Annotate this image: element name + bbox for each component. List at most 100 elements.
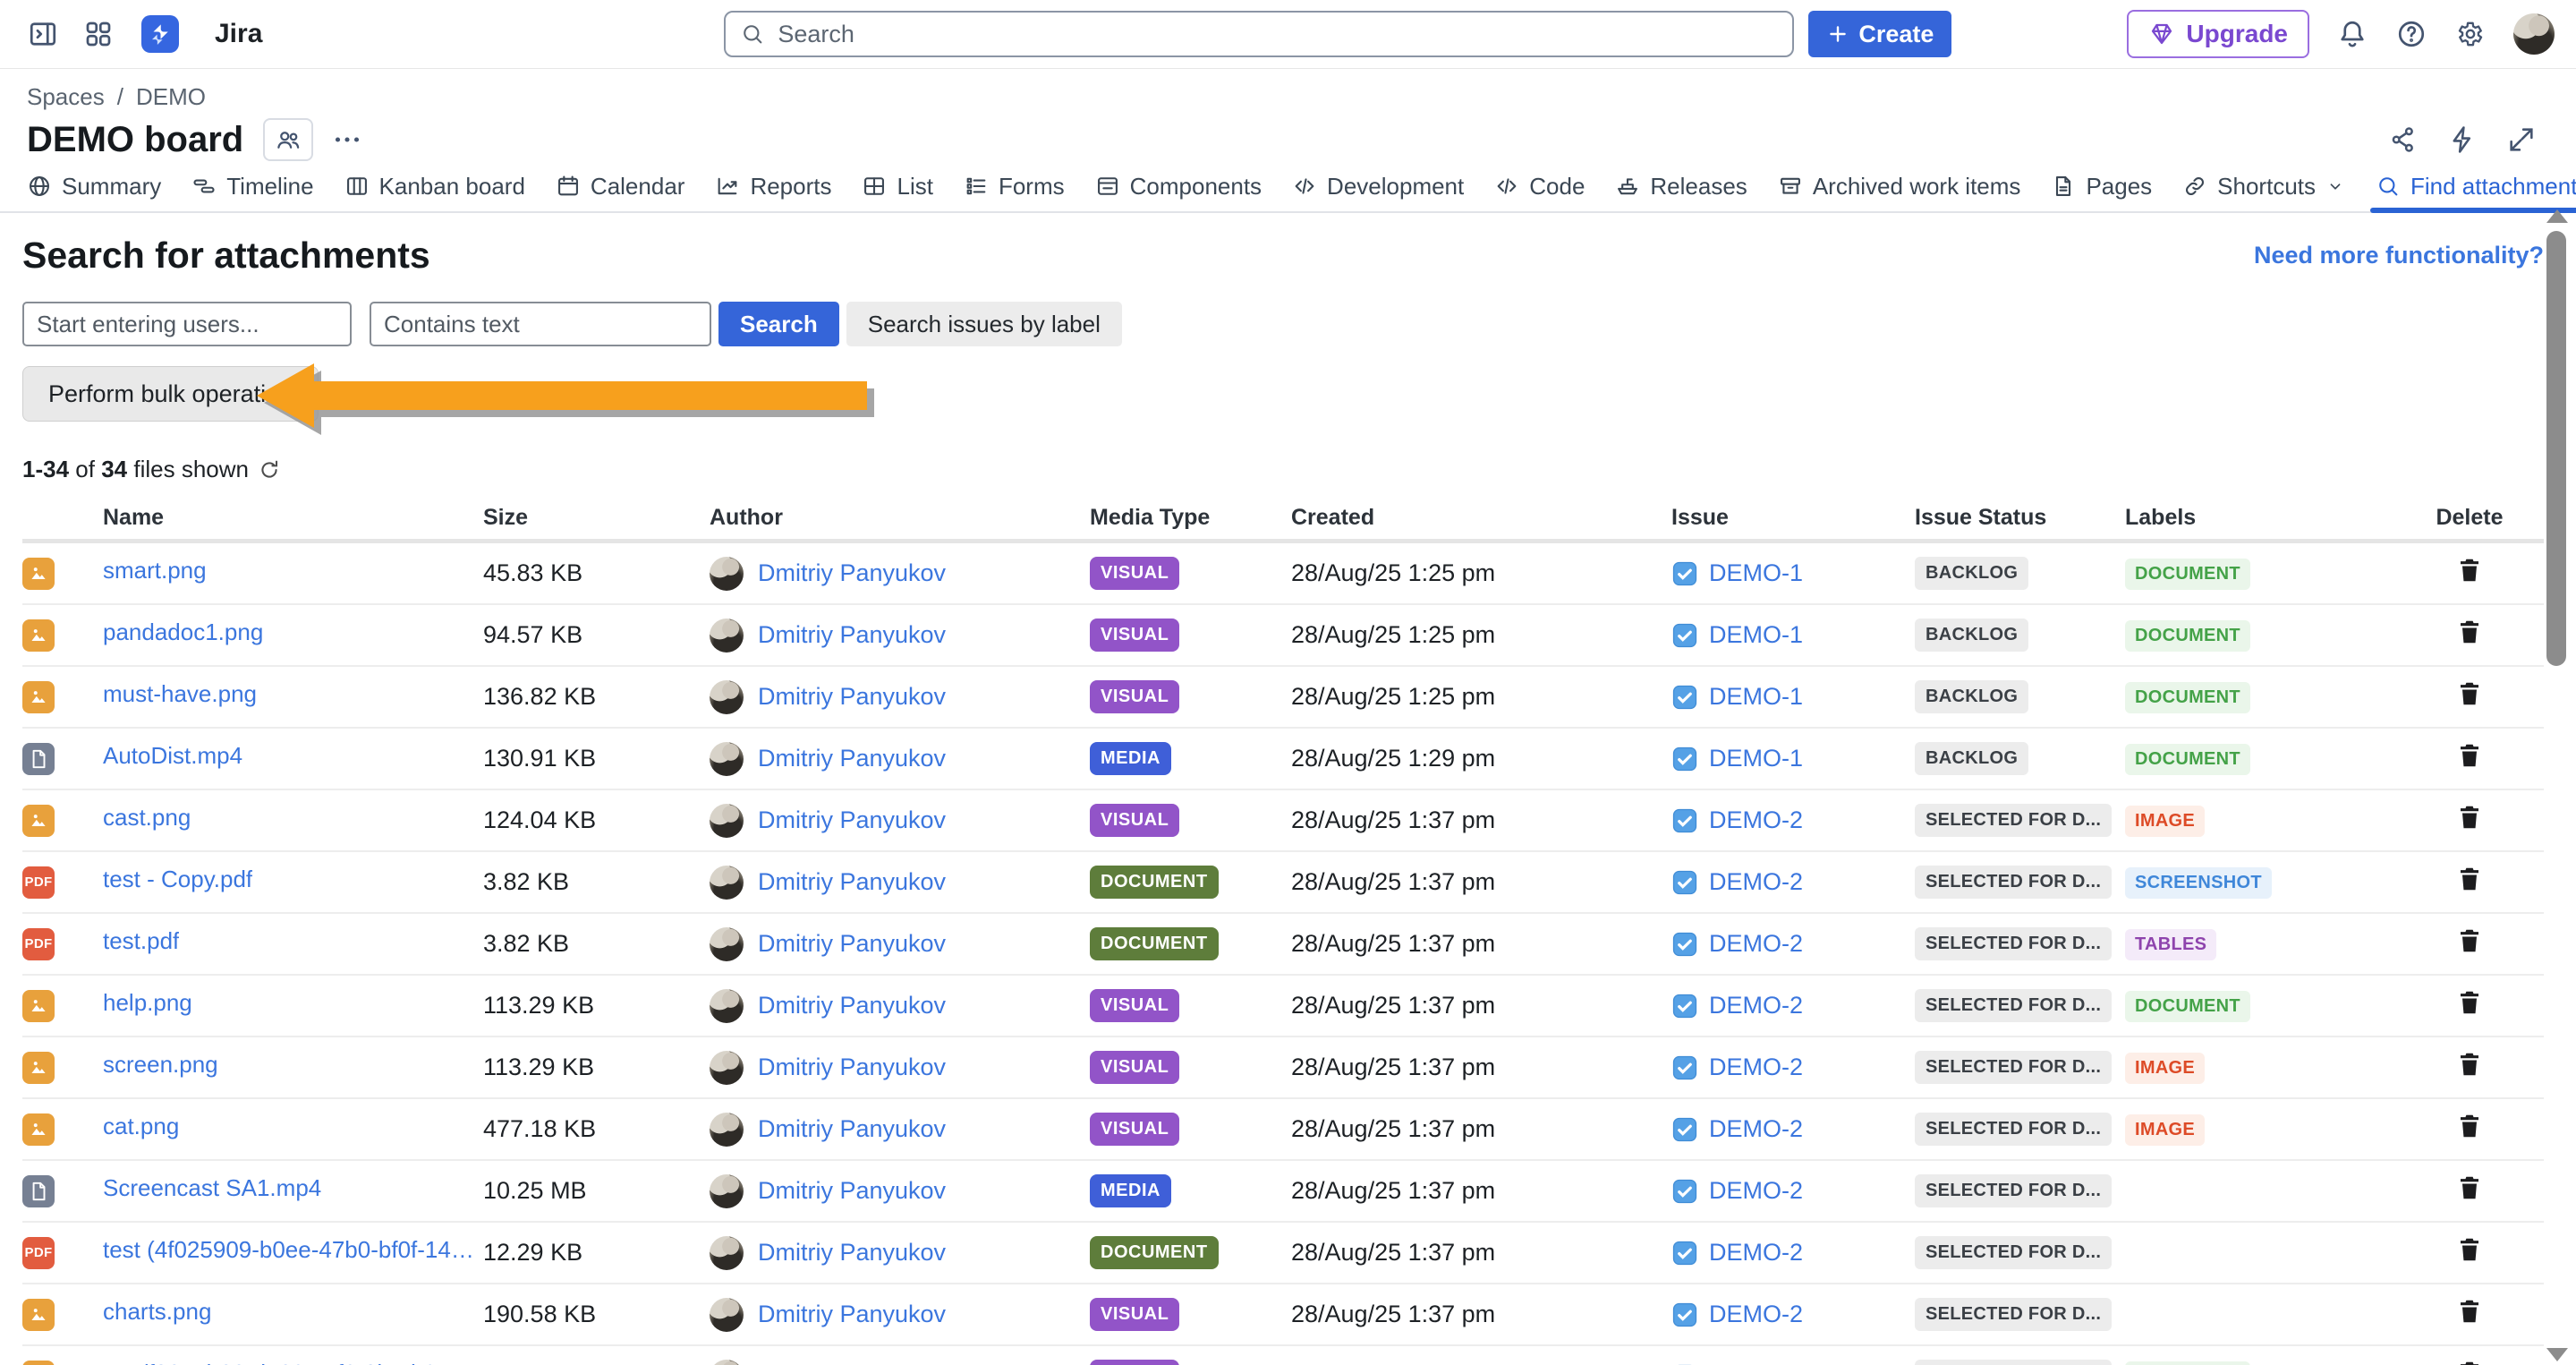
file-name-link[interactable]: smart.png xyxy=(103,557,207,584)
issue-status-badge: SELECTED FOR D... xyxy=(1915,1051,2112,1084)
media-type-badge: VISUAL xyxy=(1090,557,1179,590)
delete-trash-icon[interactable] xyxy=(2455,1297,2484,1326)
lightning-icon[interactable] xyxy=(2447,124,2478,155)
sidebar-toggle-icon[interactable] xyxy=(27,18,59,50)
issue-link[interactable]: DEMO-2 xyxy=(1709,806,1803,834)
delete-trash-icon[interactable] xyxy=(2455,1359,2484,1365)
file-name-link[interactable]: cast.png xyxy=(103,804,191,832)
file-name-link[interactable]: charts.png xyxy=(103,1298,211,1326)
settings-gear-icon[interactable] xyxy=(2454,18,2487,50)
board-people-icon[interactable] xyxy=(263,118,313,161)
global-search[interactable] xyxy=(724,11,1794,57)
share-icon[interactable] xyxy=(2388,124,2419,155)
file-name-link[interactable]: cat (f065eb66-de63-4cf2-9b5d-843f1b9e... xyxy=(103,1360,474,1365)
tab-development[interactable]: Development xyxy=(1292,161,1464,211)
issue-link[interactable]: DEMO-1 xyxy=(1709,683,1803,711)
breadcrumb-demo-link[interactable]: DEMO xyxy=(136,83,206,111)
issue-link[interactable]: DEMO-1 xyxy=(1709,745,1803,772)
need-more-functionality-link[interactable]: Need more functionality? xyxy=(2254,242,2544,269)
file-name-link[interactable]: pandadoc1.png xyxy=(103,619,263,646)
issue-link[interactable]: DEMO-1 xyxy=(1709,621,1803,649)
tab-find-attachments[interactable]: Find attachments xyxy=(2376,161,2576,211)
delete-trash-icon[interactable] xyxy=(2455,618,2484,646)
tab-archived-work-items[interactable]: Archived work items xyxy=(1778,161,2021,211)
issue-link[interactable]: DEMO-2 xyxy=(1709,868,1803,896)
users-filter-input[interactable] xyxy=(22,302,352,346)
tab-timeline[interactable]: Timeline xyxy=(191,161,313,211)
search-button[interactable]: Search xyxy=(718,302,839,346)
author-link[interactable]: Dmitriy Panyukov xyxy=(758,621,946,649)
tab-reports[interactable]: Reports xyxy=(715,161,831,211)
create-button[interactable]: Create xyxy=(1808,11,1951,57)
author-link[interactable]: Dmitriy Panyukov xyxy=(758,868,946,896)
file-name-link[interactable]: AutoDist.mp4 xyxy=(103,742,242,770)
refresh-icon[interactable] xyxy=(258,458,281,482)
author-link[interactable]: Dmitriy Panyukov xyxy=(758,992,946,1019)
upgrade-button[interactable]: Upgrade xyxy=(2127,10,2309,58)
tab-pages[interactable]: Pages xyxy=(2051,161,2152,211)
author-link[interactable]: Dmitriy Panyukov xyxy=(758,683,946,711)
author-link[interactable]: Dmitriy Panyukov xyxy=(758,1115,946,1143)
tab-releases[interactable]: Releases xyxy=(1615,161,1747,211)
tab-forms[interactable]: Forms xyxy=(964,161,1065,211)
tab-components[interactable]: Components xyxy=(1095,161,1262,211)
app-switcher-icon[interactable] xyxy=(82,18,115,50)
delete-trash-icon[interactable] xyxy=(2455,1173,2484,1202)
help-icon[interactable] xyxy=(2395,18,2427,50)
table-row: cat.png 477.18 KB Dmitriy Panyukov VISUA… xyxy=(22,1099,2544,1161)
file-name-link[interactable]: test - Copy.pdf xyxy=(103,866,252,893)
issue-link[interactable]: DEMO-2 xyxy=(1709,1054,1803,1081)
file-name-link[interactable]: screen.png xyxy=(103,1051,218,1079)
tab-list[interactable]: List xyxy=(862,161,932,211)
author-link[interactable]: Dmitriy Panyukov xyxy=(758,1177,946,1205)
tab-shortcuts[interactable]: Shortcuts xyxy=(2182,161,2345,211)
media-type-badge: MEDIA xyxy=(1090,742,1171,775)
author-link[interactable]: Dmitriy Panyukov xyxy=(758,806,946,834)
issue-link[interactable]: DEMO-2 xyxy=(1709,1301,1803,1328)
author-link[interactable]: Dmitriy Panyukov xyxy=(758,1054,946,1081)
file-name-link[interactable]: Screencast SA1.mp4 xyxy=(103,1174,321,1202)
issue-link[interactable]: DEMO-2 xyxy=(1709,992,1803,1019)
author-link[interactable]: Dmitriy Panyukov xyxy=(758,745,946,772)
issue-link[interactable]: DEMO-2 xyxy=(1709,1115,1803,1143)
author-link[interactable]: Dmitriy Panyukov xyxy=(758,930,946,958)
delete-trash-icon[interactable] xyxy=(2455,865,2484,893)
delete-trash-icon[interactable] xyxy=(2455,926,2484,955)
search-issues-by-label-button[interactable]: Search issues by label xyxy=(846,302,1122,346)
delete-trash-icon[interactable] xyxy=(2455,1235,2484,1264)
delete-trash-icon[interactable] xyxy=(2455,679,2484,708)
issue-link[interactable]: DEMO-2 xyxy=(1709,930,1803,958)
issue-link[interactable]: DEMO-2 xyxy=(1709,1177,1803,1205)
issue-link[interactable]: DEMO-1 xyxy=(1709,559,1803,587)
tab-calendar[interactable]: Calendar xyxy=(556,161,685,211)
user-avatar[interactable] xyxy=(2513,13,2555,55)
file-name-link[interactable]: test (4f025909-b0ee-47b0-bf0f-147c8afd..… xyxy=(103,1236,474,1264)
scrollbar-up-arrow[interactable] xyxy=(2546,209,2568,223)
fullscreen-icon[interactable] xyxy=(2506,124,2537,155)
file-name-link[interactable]: help.png xyxy=(103,989,192,1017)
breadcrumb-spaces-link[interactable]: Spaces xyxy=(27,83,105,111)
author-link[interactable]: Dmitriy Panyukov xyxy=(758,1301,946,1328)
file-name-link[interactable]: cat.png xyxy=(103,1113,179,1140)
tab-code[interactable]: Code xyxy=(1494,161,1585,211)
tab-summary[interactable]: Summary xyxy=(27,161,161,211)
file-name-link[interactable]: test.pdf xyxy=(103,927,179,955)
tab-kanban-board[interactable]: Kanban board xyxy=(344,161,525,211)
author-link[interactable]: Dmitriy Panyukov xyxy=(758,559,946,587)
delete-trash-icon[interactable] xyxy=(2455,556,2484,584)
delete-trash-icon[interactable] xyxy=(2455,1050,2484,1079)
delete-trash-icon[interactable] xyxy=(2455,741,2484,770)
board-more-options-icon[interactable] xyxy=(331,124,363,156)
scrollbar-thumb[interactable] xyxy=(2546,231,2566,666)
notifications-bell-icon[interactable] xyxy=(2336,18,2368,50)
delete-trash-icon[interactable] xyxy=(2455,1112,2484,1140)
author-link[interactable]: Dmitriy Panyukov xyxy=(758,1239,946,1267)
delete-trash-icon[interactable] xyxy=(2455,988,2484,1017)
issue-link[interactable]: DEMO-2 xyxy=(1709,1239,1803,1267)
scrollbar-down-arrow[interactable] xyxy=(2546,1348,2568,1361)
delete-trash-icon[interactable] xyxy=(2455,803,2484,832)
contains-text-input[interactable] xyxy=(370,302,711,346)
global-search-input[interactable] xyxy=(776,20,1778,49)
jira-logo[interactable] xyxy=(141,15,179,53)
file-name-link[interactable]: must-have.png xyxy=(103,680,257,708)
